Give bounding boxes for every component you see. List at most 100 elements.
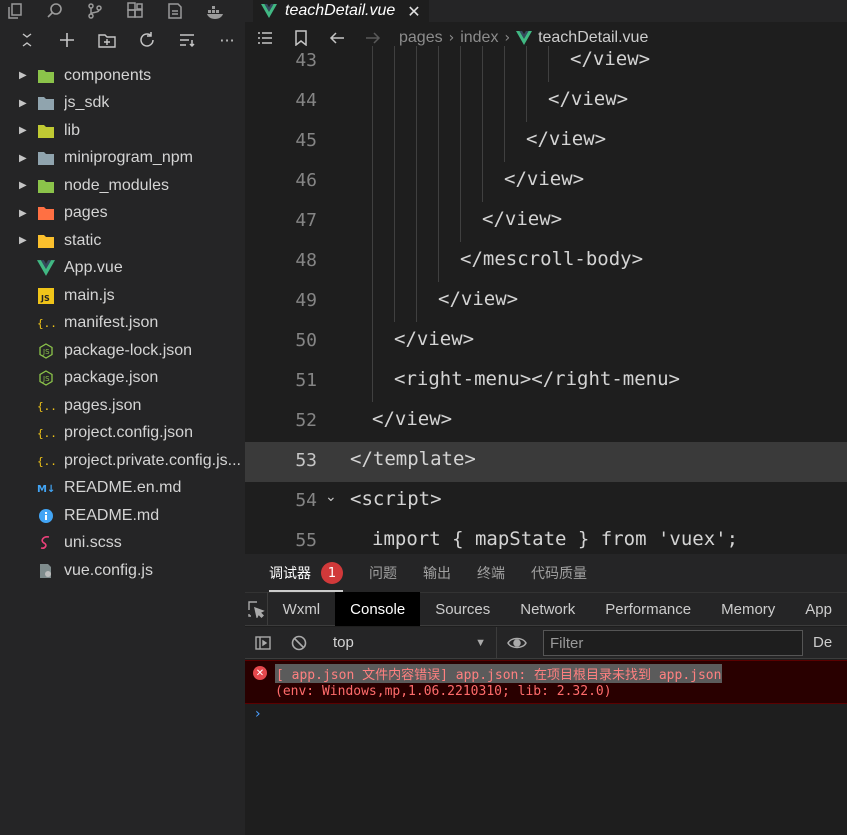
devtools-tab[interactable]: 调试器 1 [269,554,343,592]
panel-tab[interactable]: Performance [590,592,706,626]
files-icon[interactable] [6,2,24,20]
code-line[interactable]: 49 </view> [245,282,847,322]
tree-folder[interactable]: ▶ lib [0,117,245,145]
tree-file[interactable]: ▶App.vue [0,255,245,283]
tree-file[interactable]: ▶vue.config.js [0,557,245,585]
sort-icon[interactable] [176,29,198,51]
devtools-tab[interactable]: 终端 [477,554,505,592]
tree-file[interactable]: ▶{..}project.private.config.js... [0,447,245,475]
code-line[interactable]: 43 </view> [245,46,847,82]
indent-guide [416,242,417,282]
chevron-right-icon[interactable]: ▶ [19,125,33,136]
code-line[interactable]: 44 </view> [245,82,847,122]
panel-tab[interactable]: Memory [706,592,790,626]
docker-icon[interactable] [206,2,224,20]
breadcrumb-index[interactable]: index [460,29,498,47]
chevron-right-icon[interactable]: ▶ [19,235,33,246]
clear-console-icon[interactable] [281,627,317,659]
page-icon[interactable] [166,2,184,20]
tree-file[interactable]: ▶{..}project.config.json [0,420,245,448]
code-line[interactable]: 50 </view> [245,322,847,362]
code-line[interactable]: 48 </mescroll-body> [245,242,847,282]
code-line[interactable]: 55 import { mapState } from 'vuex'; [245,522,847,554]
bookmark-icon[interactable] [291,28,311,48]
devtools-tab-label: 问题 [369,566,397,582]
code-editor[interactable]: 43 </view> 44 </view> 45 </view> 46 </view> 47 </… [245,46,847,554]
devtools-tab[interactable]: 代码质量 [531,554,587,592]
chevron-right-icon[interactable]: ▶ [19,153,33,164]
devtools-tabs: 调试器 1 问题 输出 终端 代码质量 [245,554,847,592]
line-number: 52 [295,410,317,431]
indent-guide [526,82,527,122]
chevron-right-icon[interactable]: ▶ [19,180,33,191]
folder-icon [36,232,56,250]
tree-folder[interactable]: ▶ miniprogram_npm [0,145,245,173]
devtools-tab[interactable]: 输出 [423,554,451,592]
indent-guide [504,122,505,162]
tree-folder[interactable]: ▶ pages [0,200,245,228]
more-icon[interactable]: ··· [216,29,238,51]
extensions-icon[interactable] [126,2,144,20]
code-line[interactable]: 51 <right-menu></right-menu> [245,362,847,402]
context-select[interactable]: top ▼ [327,626,497,659]
new-file-icon[interactable] [56,29,78,51]
code-text: </view> [372,408,453,430]
tree-folder[interactable]: ▶ components [0,62,245,90]
breadcrumb-file[interactable]: teachDetail.vue [538,29,648,47]
eye-icon[interactable] [497,635,537,651]
tree-file[interactable]: ▶README.md [0,502,245,530]
indent-guide [460,202,461,242]
file-name: pages.json [64,396,142,414]
file-name: manifest.json [64,314,159,332]
panel-tab[interactable]: Sources [420,592,505,626]
line-number: 54 [295,490,317,511]
tab-teach-detail[interactable]: teachDetail.vue ✕ [253,0,429,22]
new-folder-icon[interactable] [96,29,118,51]
list-icon[interactable] [255,28,275,48]
file-name: package.json [64,369,159,387]
forward-arrow-icon[interactable] [363,28,383,48]
inspect-icon[interactable] [245,592,268,626]
code-line[interactable]: 54 ⌄ <script> [245,482,847,522]
file-name: project.config.json [64,424,193,442]
tree-file[interactable]: ▶M↓README.en.md [0,475,245,503]
tree-file[interactable]: ▶uni.scss [0,530,245,558]
panel-tab[interactable]: Wxml [268,592,336,626]
tree-file[interactable]: ▶JSmain.js [0,282,245,310]
chevron-right-icon[interactable]: ▶ [19,208,33,219]
tree-folder[interactable]: ▶ js_sdk [0,90,245,118]
tree-file[interactable]: ▶JSpackage-lock.json [0,337,245,365]
panel-tab[interactable]: Network [505,592,590,626]
code-line[interactable]: 46 </view> [245,162,847,202]
tree-folder[interactable]: ▶ node_modules [0,172,245,200]
panel-tab[interactable]: Console [335,592,421,626]
code-line[interactable]: 45 </view> [245,122,847,162]
code-line[interactable]: 53 </template> [245,442,847,482]
code-text: <script> [350,488,442,510]
levels-dropdown[interactable]: De [813,634,832,651]
code-line[interactable]: 52 </view> [245,402,847,442]
filter-input[interactable]: Filter [543,629,803,656]
panel-tab[interactable]: App [790,592,847,626]
tree-file[interactable]: ▶{..}manifest.json [0,310,245,338]
sidebar-toggle-icon[interactable] [245,627,281,659]
console-prompt[interactable]: › [255,706,261,722]
chevron-right-icon[interactable]: ▶ [19,98,33,109]
code-line[interactable]: 47 </view> [245,202,847,242]
search-icon[interactable] [46,2,64,20]
chevron-right-icon[interactable]: ▶ [19,70,33,81]
back-arrow-icon[interactable] [327,28,347,48]
tree-file[interactable]: ▶{..}pages.json [0,392,245,420]
close-icon[interactable]: ✕ [407,2,420,21]
devtools-tab[interactable]: 问题 [369,554,397,592]
error-env: (env: Windows,mp,1.06.2210310; lib: 2.32… [275,684,612,699]
breadcrumb-pages[interactable]: pages [399,29,443,47]
refresh-icon[interactable] [136,29,158,51]
source-control-icon[interactable] [86,2,104,20]
file-name: README.md [64,506,160,524]
tree-file[interactable]: ▶JSpackage.json [0,365,245,393]
fold-chevron-icon[interactable]: ⌄ [325,489,337,505]
tree-folder[interactable]: ▶ static [0,227,245,255]
collapse-icon[interactable] [16,29,38,51]
indent-guide [372,242,373,282]
